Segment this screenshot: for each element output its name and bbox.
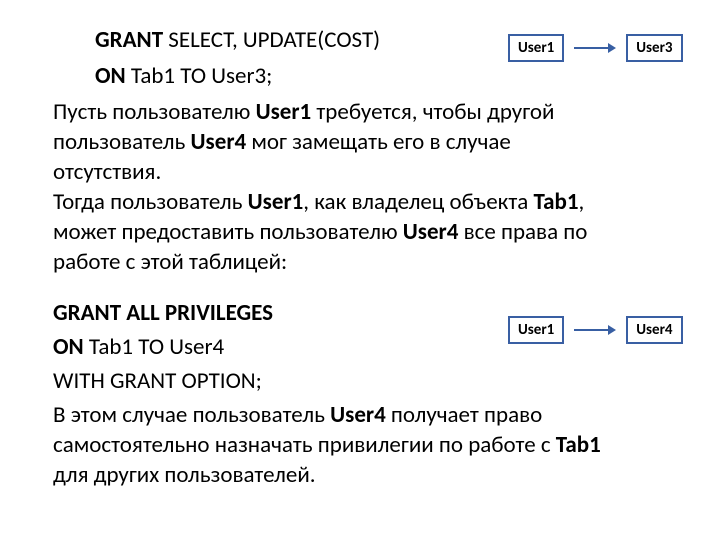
arrow-icon — [574, 41, 616, 55]
sql1-rest: SELECT, UPDATE(COST) — [163, 26, 380, 54]
text: Тогда пользователь — [53, 188, 248, 216]
sql-grant-select-update: GRANT SELECT, UPDATE(COST) ON Tab1 TO Us… — [95, 22, 380, 94]
bold-user1: User1 — [248, 188, 304, 216]
text: Пусть пользователю — [53, 98, 256, 126]
diagram-user1-user4: User1 User4 — [508, 316, 683, 344]
kw-on: ON — [95, 62, 126, 90]
bold-tab1: Tab1 — [556, 431, 601, 459]
paragraph-user4-gets-rights: В этом случае пользователь User4 получае… — [53, 400, 633, 490]
node-user1: User1 — [508, 316, 564, 344]
sql1-user: User3; — [206, 62, 272, 90]
node-user4: User4 — [626, 316, 682, 344]
sql1-tab: Tab1 — [126, 62, 181, 90]
sql2-line3: WITH GRANT OPTION; — [53, 364, 273, 398]
kw-to: TO — [180, 62, 206, 90]
text: , как владелец объекта — [303, 188, 533, 216]
paragraph-user4-substitute: Пусть пользователю User1 требуется, чтоб… — [53, 97, 613, 187]
sql2-line1: GRANT ALL PRIVILEGES — [53, 296, 273, 330]
bold-user4: User4 — [330, 401, 386, 429]
paragraph-owner-grants: Тогда пользователь User1, как владелец о… — [53, 187, 613, 277]
arrow-icon — [574, 323, 616, 337]
text: В этом случае пользователь — [53, 401, 330, 429]
node-user3: User3 — [626, 34, 682, 62]
bold-user1: User1 — [256, 98, 312, 126]
text: для других пользователей. — [53, 461, 316, 489]
bold-tab1: Tab1 — [533, 188, 578, 216]
kw-on: ON — [53, 333, 84, 361]
kw-grant: GRANT — [95, 26, 163, 54]
diagram-user1-user3: User1 User3 — [508, 34, 683, 62]
node-user1: User1 — [508, 34, 564, 62]
bold-user4: User4 — [191, 128, 247, 156]
bold-user4: User4 — [403, 218, 459, 246]
sql2-rest: Tab1 TO User4 — [84, 333, 224, 361]
sql-grant-all-privileges: GRANT ALL PRIVILEGES ON Tab1 TO User4 WI… — [53, 296, 273, 398]
